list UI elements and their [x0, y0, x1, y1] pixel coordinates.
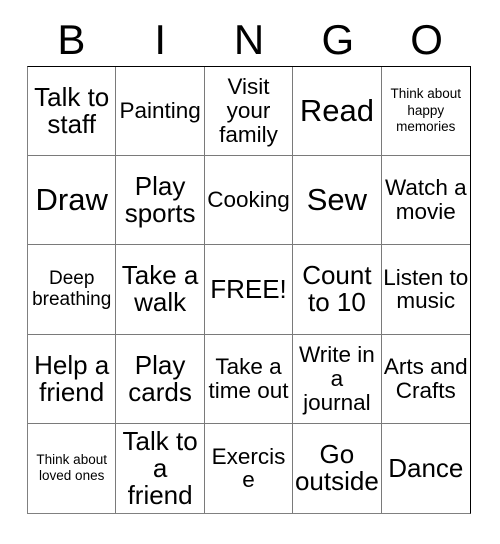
bingo-cell-label: Think about happy memories — [390, 86, 462, 135]
bingo-cell[interactable]: Arts and Crafts — [381, 334, 470, 424]
bingo-cell-label: Listen to music — [383, 264, 469, 314]
header-letter-g: G — [321, 16, 355, 63]
bingo-cell[interactable]: Think about loved ones — [28, 423, 117, 513]
bingo-cell-label: Visit your family — [219, 74, 278, 148]
bingo-cell-label: Count to 10 — [302, 260, 372, 318]
bingo-cell-free-space[interactable]: FREE! — [204, 245, 294, 335]
bingo-cell-label: Take a walk — [121, 260, 199, 318]
bingo-cell[interactable]: Think about happy memories — [381, 67, 470, 157]
bingo-cell-label: Take a time out — [208, 353, 289, 403]
bingo-cell[interactable]: Exercise — [204, 423, 294, 513]
bingo-cell[interactable]: Help a friend — [28, 334, 117, 424]
bingo-cell-label: Sew — [306, 182, 368, 218]
bingo-grid: Talk to staff Painting Visit your family… — [27, 66, 471, 514]
bingo-cell-label: Play sports — [124, 171, 196, 229]
free-space-label: FREE! — [210, 273, 287, 304]
bingo-cell-label: Painting — [119, 98, 201, 124]
bingo-cell[interactable]: Talk to a friend — [116, 423, 205, 513]
bingo-cell[interactable]: Watch a movie — [381, 156, 470, 246]
bingo-cell[interactable]: Read — [293, 67, 382, 157]
bingo-cell-label: Help a friend — [34, 349, 110, 407]
bingo-header-row: B I N G O — [27, 14, 471, 66]
bingo-cell-label: Watch a movie — [384, 175, 467, 225]
bingo-cell-label: Play cards — [128, 349, 192, 407]
bingo-cell[interactable]: Visit your family — [204, 67, 294, 157]
bingo-cell-label: Talk to a friend — [122, 425, 198, 510]
bingo-cell-label: Think about loved ones — [36, 451, 107, 484]
bingo-cell[interactable]: Talk to staff — [28, 67, 117, 157]
header-letter-i: I — [154, 16, 167, 63]
bingo-cell-label: Draw — [35, 182, 108, 218]
header-letter-o: O — [410, 16, 443, 63]
bingo-cell[interactable]: Go outside — [293, 423, 382, 513]
bingo-cell[interactable]: Dance — [381, 423, 470, 513]
bingo-cell-label: Go outside — [294, 439, 379, 497]
bingo-cell[interactable]: Write in a journal — [293, 334, 382, 424]
bingo-cell[interactable]: Deep breathing — [28, 245, 117, 335]
bingo-cell[interactable]: Painting — [116, 67, 205, 157]
bingo-cell[interactable]: Take a walk — [116, 245, 205, 335]
bingo-cell-label: Exercise — [211, 443, 286, 493]
bingo-cell[interactable]: Listen to music — [381, 245, 470, 335]
header-letter-n: N — [233, 16, 265, 63]
bingo-cell[interactable]: Count to 10 — [293, 245, 382, 335]
bingo-cell-label: Write in a journal — [298, 341, 375, 415]
bingo-cell-label: Cooking — [207, 187, 290, 213]
bingo-cell[interactable]: Cooking — [204, 156, 294, 246]
bingo-cell[interactable]: Draw — [28, 156, 117, 246]
bingo-cell[interactable]: Take a time out — [204, 334, 294, 424]
bingo-card: B I N G O Talk to staff Painting Visit y… — [0, 0, 500, 544]
bingo-cell[interactable]: Play sports — [116, 156, 205, 246]
bingo-cell[interactable]: Play cards — [116, 334, 205, 424]
header-letter-b: B — [57, 16, 86, 63]
bingo-cell-label: Dance — [388, 452, 464, 483]
bingo-cell-label: Deep breathing — [32, 268, 112, 311]
bingo-cell[interactable]: Sew — [293, 156, 382, 246]
bingo-cell-label: Read — [299, 93, 374, 129]
bingo-cell-label: Talk to staff — [34, 82, 110, 140]
bingo-cell-label: Arts and Crafts — [383, 353, 468, 403]
